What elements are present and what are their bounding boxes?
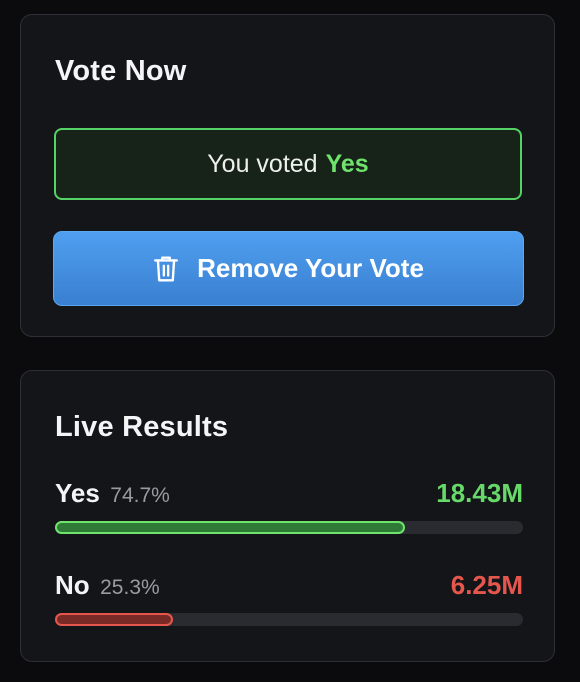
- option-percent-yes: 74.7%: [110, 484, 170, 507]
- results-card-title: Live Results: [55, 411, 229, 443]
- option-count-yes: 18.43M: [436, 478, 523, 508]
- voted-choice-text: Yes: [325, 149, 369, 178]
- option-label-yes: Yes: [55, 478, 100, 508]
- remove-vote-button[interactable]: Remove Your Vote: [53, 231, 524, 306]
- remove-vote-label: Remove Your Vote: [197, 253, 424, 283]
- result-row-yes: Yes 74.7% 18.43M: [55, 478, 523, 534]
- progress-track-yes: [55, 521, 523, 534]
- progress-fill-yes: [55, 521, 405, 534]
- option-label-no: No: [55, 570, 90, 600]
- vote-card-title: Vote Now: [55, 55, 187, 87]
- voted-status-box: You voted Yes: [54, 128, 522, 200]
- result-row-no: No 25.3% 6.25M: [55, 570, 523, 626]
- results-card: Live Results Yes 74.7% 18.43M No 25.3% 6…: [20, 370, 555, 662]
- progress-track-no: [55, 613, 523, 626]
- progress-fill-no: [55, 613, 174, 626]
- voted-prefix-text: You voted: [207, 149, 318, 178]
- option-count-no: 6.25M: [450, 570, 523, 600]
- vote-card: Vote Now You voted Yes Remove Your Vote: [20, 14, 555, 337]
- trash-icon: [153, 255, 179, 283]
- option-percent-no: 25.3%: [100, 576, 160, 599]
